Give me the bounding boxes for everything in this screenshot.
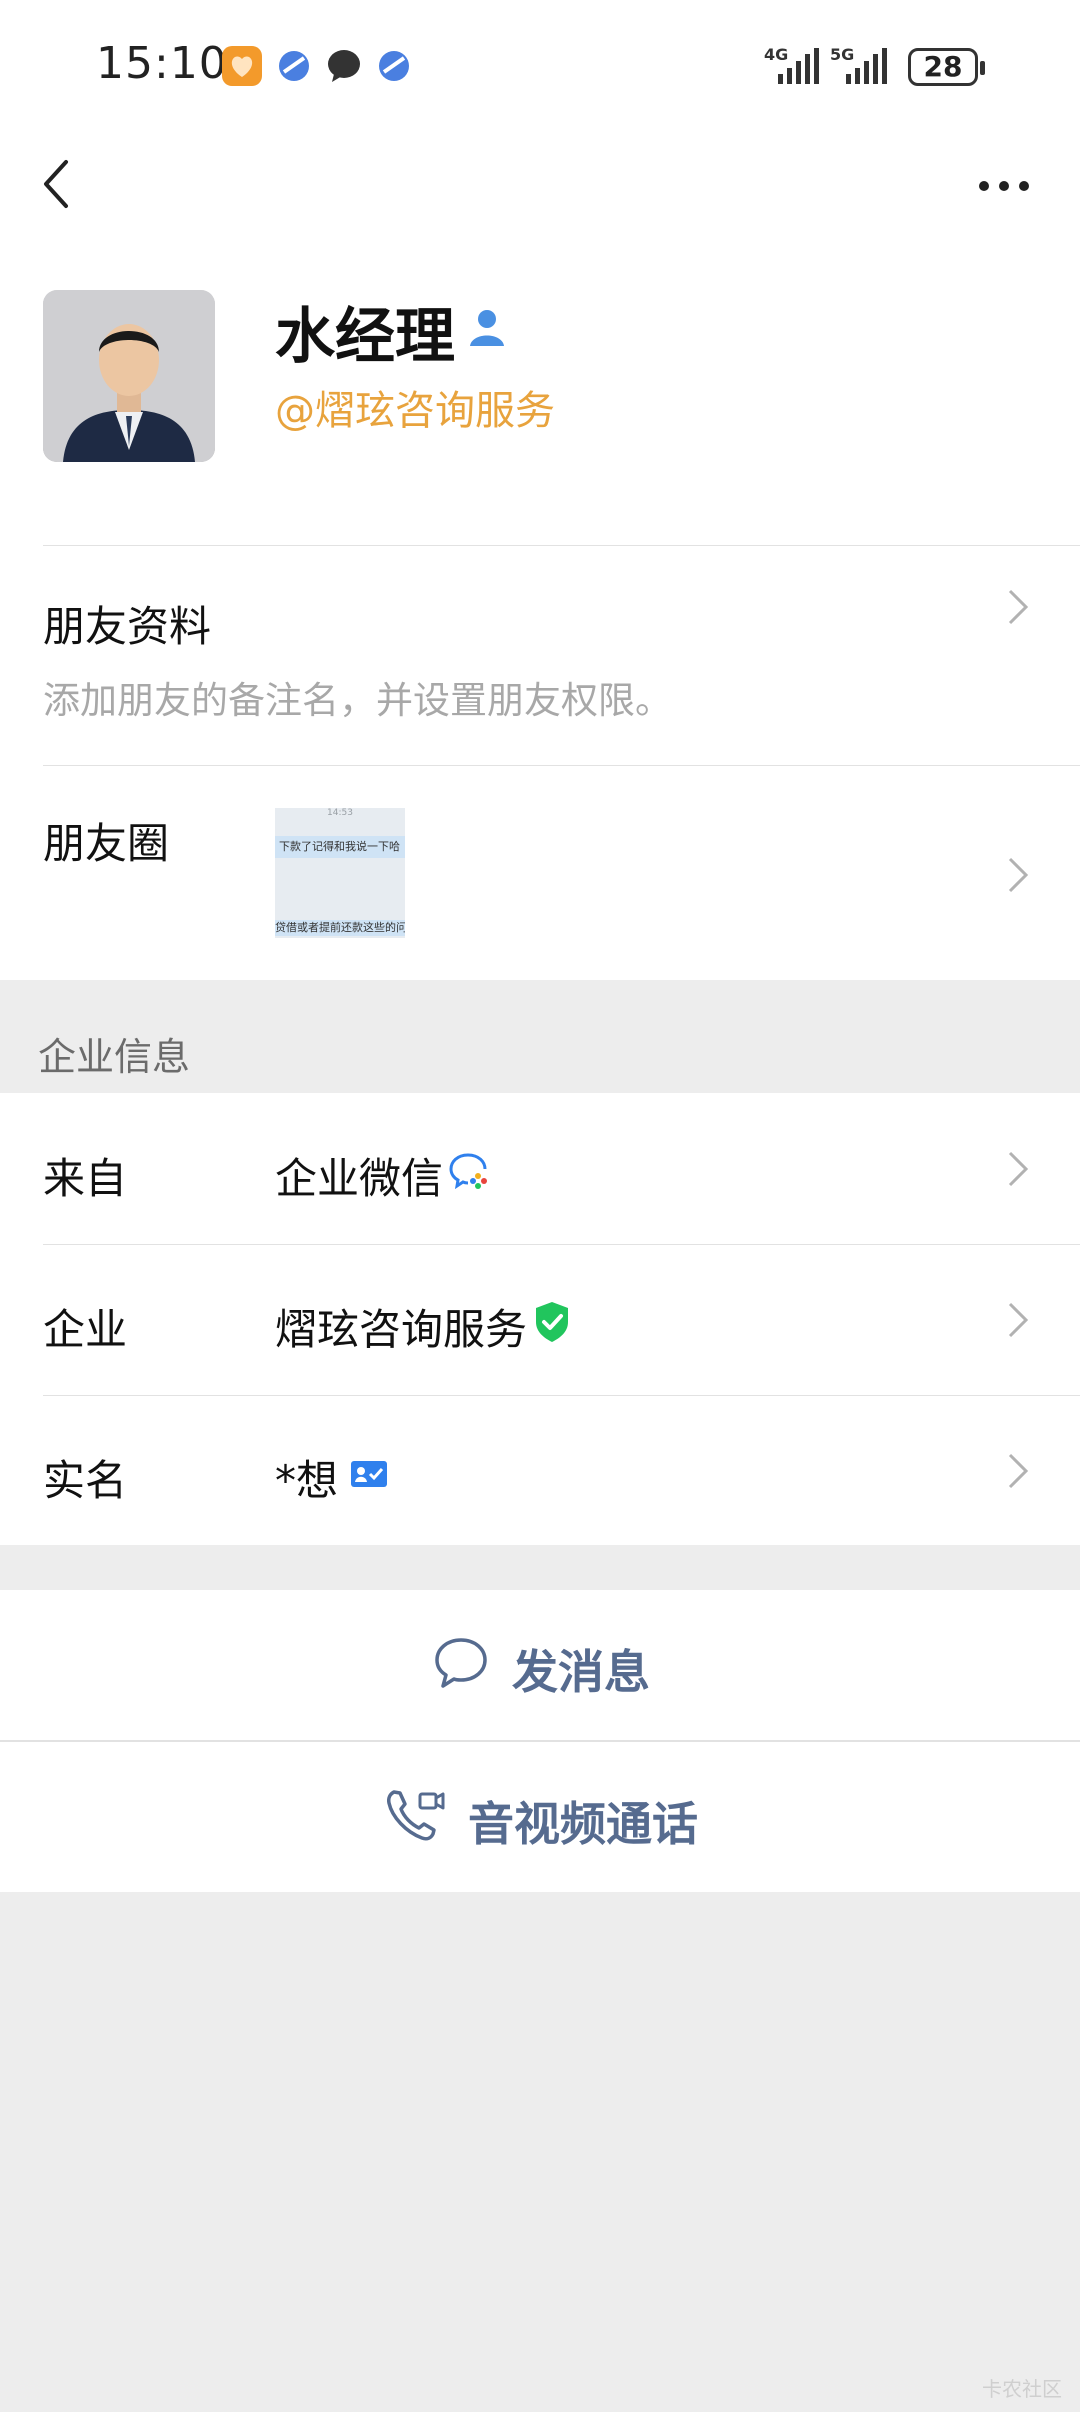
- realname-value: *想: [275, 1456, 339, 1505]
- back-arrow-icon[interactable]: [36, 152, 76, 216]
- from-label: 来自: [43, 1154, 128, 1203]
- video-call-button[interactable]: 音视频通话: [0, 1742, 1080, 1892]
- chevron-right-icon: [1006, 855, 1030, 895]
- enterprise-section: 来自 企业微信 企业 熠玹咨询服务 实名 *想: [0, 1093, 1080, 1545]
- friend-info-subtitle: 添加朋友的备注名，并设置朋友权限。: [43, 679, 672, 722]
- person-icon: [466, 306, 508, 348]
- health-app-icon: [222, 46, 262, 86]
- thumb-time: 14:53: [327, 808, 353, 818]
- moments-thumbnail[interactable]: 14:53 下款了记得和我说一下哈 贷借或者提前还款这些的问: [275, 808, 405, 938]
- nav-bar: [0, 130, 1080, 240]
- thumb-line-1: 下款了记得和我说一下哈: [275, 836, 405, 858]
- video-call-label: 音视频通话: [468, 1797, 698, 1851]
- friend-info-title: 朋友资料: [43, 602, 212, 651]
- realname-label: 实名: [43, 1456, 128, 1505]
- enterprise-row-realname[interactable]: 实名 *想: [0, 1395, 1080, 1545]
- chevron-right-icon: [1006, 1300, 1030, 1340]
- company-tag: @熠玹咨询服务: [275, 388, 555, 434]
- svg-text:5G: 5G: [830, 45, 854, 64]
- contact-name: 水经理: [275, 302, 455, 372]
- chevron-right-icon: [1006, 1451, 1030, 1491]
- profile-header: 水经理 @熠玹咨询服务: [0, 240, 1080, 545]
- from-value: 企业微信: [275, 1154, 444, 1203]
- phone-video-icon: [384, 1786, 446, 1846]
- moments-section[interactable]: 朋友圈 14:53 下款了记得和我说一下哈 贷借或者提前还款这些的问: [0, 765, 1080, 980]
- chat-bubble-icon: [432, 1634, 490, 1692]
- send-message-label: 发消息: [512, 1645, 650, 1699]
- status-time: 15:10: [96, 38, 228, 89]
- browser-app-icon-2: [374, 46, 414, 86]
- signal-4g-icon: 4G: [764, 44, 824, 86]
- enterprise-row-company[interactable]: 企业 熠玹咨询服务: [0, 1244, 1080, 1395]
- more-options-icon[interactable]: [976, 174, 1032, 198]
- browser-app-icon: [274, 46, 314, 86]
- friend-info-section[interactable]: 朋友资料 添加朋友的备注名，并设置朋友权限。: [0, 545, 1080, 765]
- thumb-line-2: 贷借或者提前还款这些的问: [275, 920, 405, 936]
- company-label: 企业: [43, 1305, 128, 1354]
- chevron-right-icon: [1006, 587, 1030, 627]
- watermark: 卡农社区: [982, 2377, 1062, 2401]
- divider: [43, 545, 1080, 546]
- enterprise-row-from[interactable]: 来自 企业微信: [0, 1093, 1080, 1244]
- status-bar: 15:10 4G 5G 28: [0, 0, 1080, 130]
- chat-app-icon: [324, 46, 364, 86]
- verified-shield-icon: [532, 1300, 572, 1344]
- company-value: 熠玹咨询服务: [275, 1305, 528, 1354]
- divider: [43, 765, 1080, 766]
- enterprise-section-title: 企业信息: [38, 1035, 191, 1079]
- battery-indicator: 28: [908, 48, 985, 86]
- avatar[interactable]: [43, 290, 215, 462]
- chevron-right-icon: [1006, 1149, 1030, 1189]
- signal-5g-icon: 5G: [830, 44, 894, 86]
- moments-label: 朋友圈: [43, 819, 170, 868]
- wecom-icon: [448, 1149, 492, 1193]
- send-message-button[interactable]: 发消息: [0, 1590, 1080, 1740]
- realname-card-icon: [350, 1459, 388, 1489]
- svg-text:4G: 4G: [764, 45, 788, 64]
